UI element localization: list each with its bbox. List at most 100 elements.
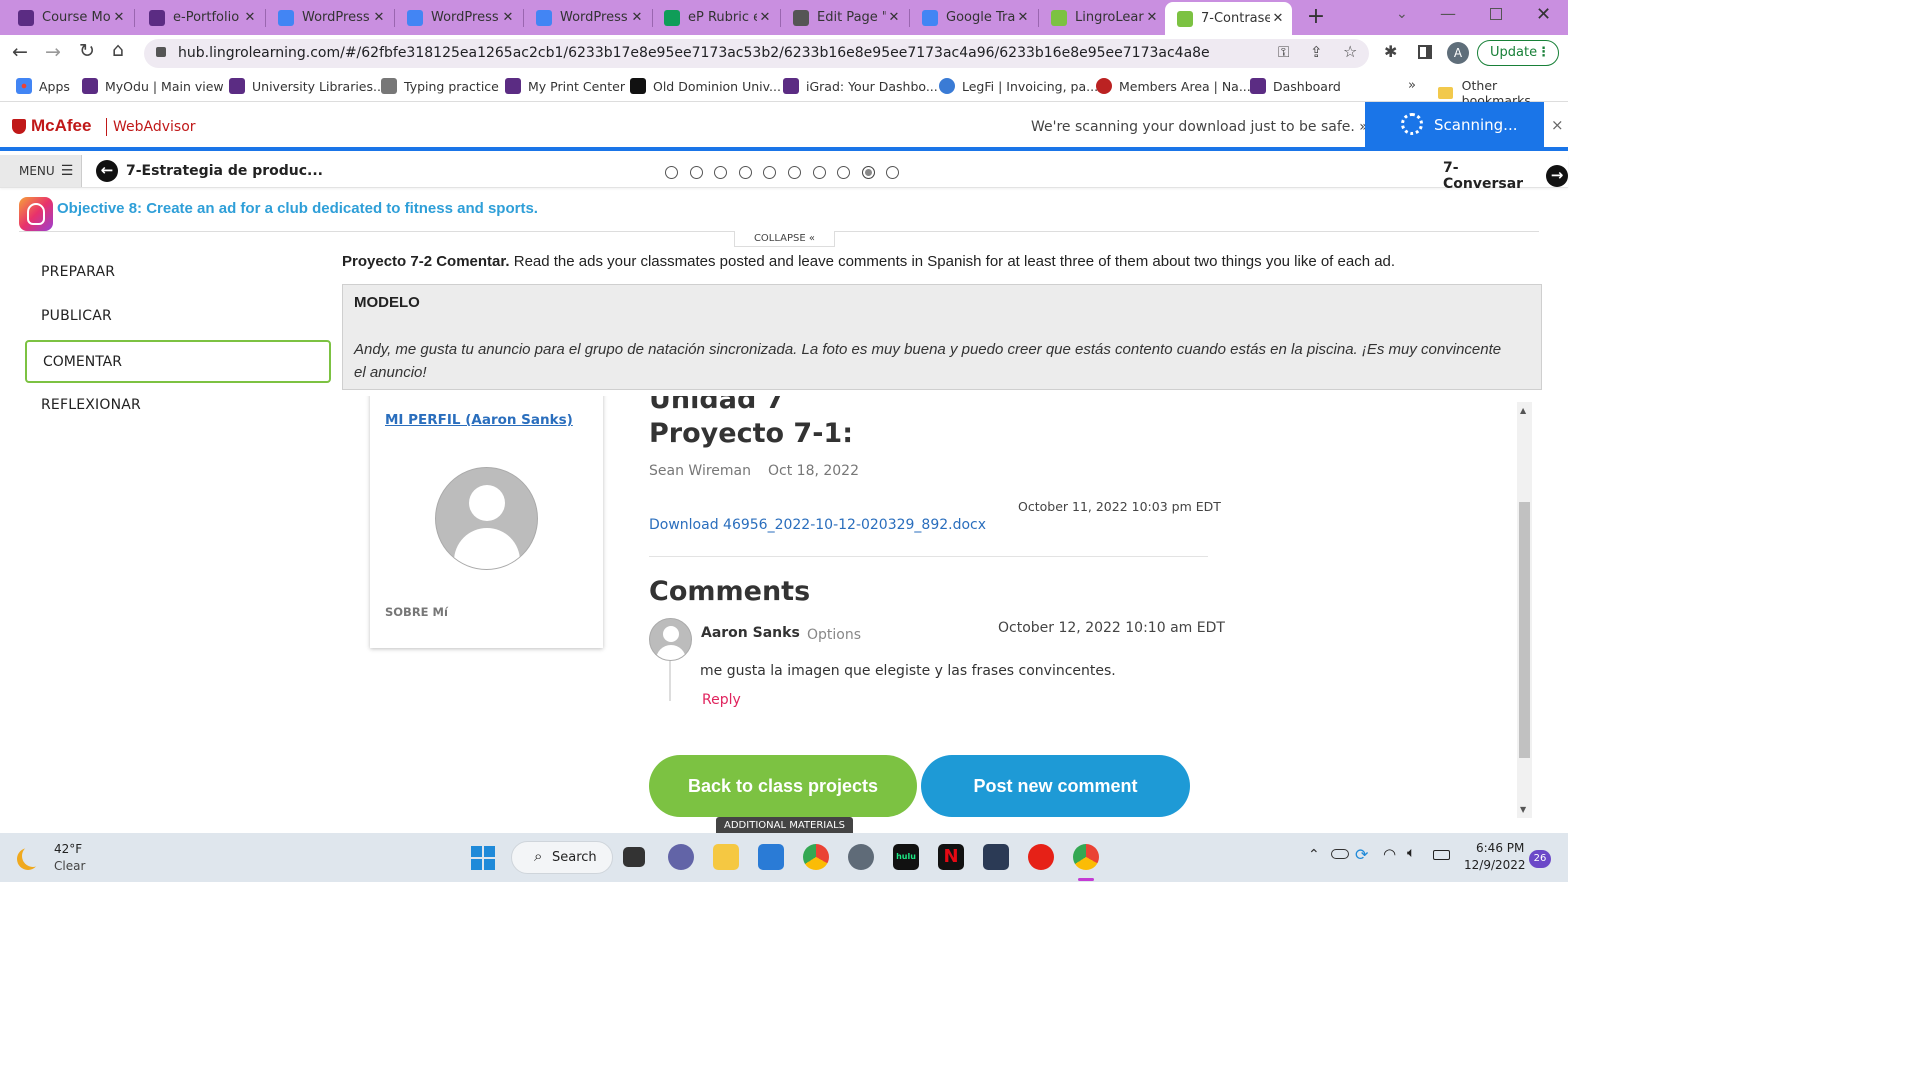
scroll-down-icon[interactable]: ▼ [1520, 805, 1526, 814]
progress-dot[interactable] [837, 166, 851, 179]
onedrive-cloud-icon[interactable] [1331, 849, 1349, 859]
progress-dot[interactable] [738, 166, 752, 179]
wifi-icon[interactable]: ◠ [1383, 845, 1396, 863]
close-tab-icon[interactable]: ✕ [757, 10, 773, 25]
back-to-projects-button[interactable]: Back to class projects [649, 755, 917, 817]
reply-link[interactable]: Reply [702, 692, 741, 708]
close-tab-icon[interactable]: ✕ [886, 10, 902, 25]
notification-badge[interactable]: 26 [1529, 850, 1551, 868]
additional-materials-tab[interactable]: ADDITIONAL MATERIALS [716, 817, 853, 834]
close-window-button[interactable]: ✕ [1536, 4, 1551, 25]
netflix-icon[interactable]: N [938, 844, 964, 870]
bookmark-item[interactable]: Dashboard [1250, 78, 1341, 94]
battery-icon[interactable] [1433, 850, 1450, 860]
bookmark-item[interactable]: iGrad: Your Dashbo... [783, 78, 938, 94]
close-tab-icon[interactable]: ✕ [371, 10, 387, 25]
bookmark-item[interactable]: LegFi | Invoicing, pa... [939, 78, 1098, 94]
progress-dot[interactable] [763, 166, 777, 179]
chrome-profile-icon[interactable] [1073, 844, 1099, 870]
windows-start-icon[interactable] [471, 846, 495, 870]
bookmark-item[interactable]: My Print Center [505, 78, 625, 94]
progress-dot[interactable] [788, 166, 801, 179]
close-tab-icon[interactable]: ✕ [1144, 10, 1160, 25]
close-tab-icon[interactable]: ✕ [242, 10, 258, 25]
tray-chevron-up-icon[interactable]: ⌃ [1308, 847, 1320, 863]
share-icon[interactable]: ⇪ [1310, 43, 1323, 61]
progress-dot[interactable] [714, 166, 728, 179]
bookmark-item[interactable]: MyOdu | Main view [82, 78, 224, 94]
menu-button[interactable]: MENU ☰ [0, 155, 82, 187]
microsoft-store-icon[interactable] [758, 844, 784, 870]
tab-6[interactable]: eP Rubric e ✕ [652, 2, 779, 33]
bookmark-item[interactable]: Typing practice [381, 78, 499, 94]
tab-7[interactable]: Edit Page " ✕ [781, 2, 908, 33]
profile-avatar[interactable]: A [1447, 42, 1469, 64]
back-arrow-icon[interactable]: ← [12, 41, 28, 63]
progress-dot[interactable] [886, 166, 900, 179]
tab-10[interactable]: 7-Contrase ✕ [1165, 2, 1292, 35]
collapse-toggle[interactable]: COLLAPSE « [734, 231, 835, 247]
file-explorer-icon[interactable] [713, 844, 739, 870]
volume-icon[interactable]: 🔈︎ [1407, 845, 1415, 861]
post-author[interactable]: Sean Wireman [649, 463, 751, 479]
teams-chat-icon[interactable] [668, 844, 694, 870]
bookmark-item[interactable]: Apps [16, 78, 70, 94]
frame-scrollbar[interactable]: ▲ ▼ [1517, 402, 1532, 818]
side-nav-comentar[interactable]: COMENTAR [25, 340, 331, 383]
tab-9[interactable]: LingroLearn✕ [1039, 2, 1166, 33]
forward-arrow-icon[interactable]: → [45, 41, 61, 63]
side-panel-icon[interactable] [1418, 45, 1432, 59]
minimize-button[interactable]: — [1440, 4, 1460, 23]
tab-2[interactable]: e-Portfolio ✕ [137, 2, 264, 33]
home-icon[interactable]: ⌂ [112, 39, 124, 61]
post-new-comment-button[interactable]: Post new comment [921, 755, 1190, 817]
progress-dot[interactable] [861, 166, 875, 179]
scroll-up-icon[interactable]: ▲ [1520, 406, 1526, 415]
app-tile-icon[interactable] [983, 844, 1009, 870]
youtube-icon[interactable] [1028, 844, 1054, 870]
update-button[interactable]: Update ⋮ [1477, 40, 1559, 66]
tab-3[interactable]: WordPress ✕ [266, 2, 393, 33]
bookmarks-overflow[interactable]: » [1408, 78, 1416, 93]
hulu-icon[interactable]: hulu [893, 844, 919, 870]
clock-date[interactable]: 12/9/2022 [1464, 858, 1526, 872]
progress-dot[interactable] [665, 166, 678, 179]
tab-8[interactable]: Google Tra ✕ [910, 2, 1037, 33]
address-bar[interactable]: hub.lingrolearning.com/#/62fbfe318125ea1… [144, 39, 1369, 68]
task-view-icon[interactable] [623, 847, 645, 867]
reload-icon[interactable]: ↻ [79, 40, 95, 62]
close-tab-icon[interactable]: ✕ [629, 10, 645, 25]
sync-icon[interactable]: ⟳ [1355, 845, 1368, 864]
side-nav-publicar[interactable]: PUBLICAR [41, 308, 112, 324]
restore-button[interactable] [1490, 8, 1502, 20]
tab-5[interactable]: WordPress ✕ [524, 2, 651, 33]
progress-dot[interactable] [812, 166, 826, 179]
mcafee-close-icon[interactable]: × [1551, 116, 1564, 134]
profile-link[interactable]: MI PERFIL (Aaron Sanks) [385, 412, 573, 428]
bookmark-item[interactable]: Members Area | Na... [1096, 78, 1251, 94]
clock-time[interactable]: 6:46 PM [1476, 841, 1524, 855]
scroll-thumb[interactable] [1519, 502, 1530, 758]
next-lesson-link[interactable]: 7-Conversar → [1443, 160, 1568, 192]
tab-4[interactable]: WordPress ✕ [395, 2, 522, 33]
prev-lesson-link[interactable]: ← 7-Estrategia de produc... [96, 160, 323, 182]
side-nav-preparar[interactable]: PREPARAR [41, 264, 115, 280]
key-icon[interactable]: ⚿ [1278, 43, 1289, 61]
close-tab-icon[interactable]: ✕ [1270, 11, 1286, 26]
new-tab-button[interactable]: + [1304, 6, 1328, 30]
tab-1[interactable]: Course Mo ✕ [6, 2, 133, 33]
star-icon[interactable]: ☆ [1343, 42, 1357, 61]
chrome-icon[interactable] [803, 844, 829, 870]
bookmark-item[interactable]: Old Dominion Univ... [630, 78, 781, 94]
side-nav-reflexionar[interactable]: REFLEXIONAR [41, 397, 141, 413]
progress-dot[interactable] [689, 166, 703, 179]
extensions-icon[interactable]: ✱ [1384, 42, 1397, 61]
close-tab-icon[interactable]: ✕ [500, 10, 516, 25]
bookmark-item[interactable]: University Libraries... [229, 78, 385, 94]
taskbar-search[interactable]: ⌕ Search [511, 841, 613, 874]
settings-gear-icon[interactable] [848, 844, 874, 870]
tab-search-chevron-icon[interactable]: ⌄ [1396, 6, 1408, 22]
mcafee-message[interactable]: We're scanning your download just to be … [1031, 119, 1368, 135]
close-tab-icon[interactable]: ✕ [111, 10, 127, 25]
close-tab-icon[interactable]: ✕ [1015, 10, 1031, 25]
